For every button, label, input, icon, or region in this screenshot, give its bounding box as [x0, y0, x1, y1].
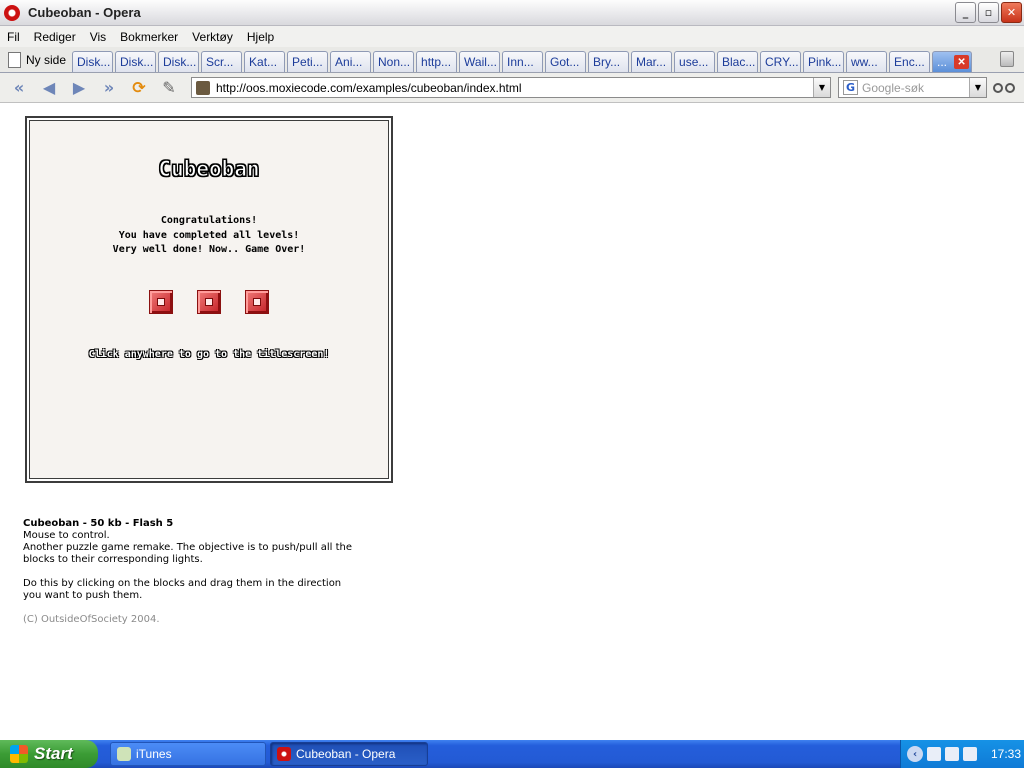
- user-icon[interactable]: [963, 747, 977, 761]
- menu-edit[interactable]: Rediger: [27, 30, 83, 44]
- menu-view[interactable]: Vis: [83, 30, 113, 44]
- tab[interactable]: Pink...: [803, 51, 845, 72]
- block-row: [30, 290, 388, 314]
- game-description: Cubeoban - 50 kb - Flash 5 Mouse to cont…: [23, 518, 403, 626]
- menu-file[interactable]: Fil: [0, 30, 27, 44]
- tab[interactable]: Scr...: [201, 51, 243, 72]
- search-field[interactable]: G Google-søk ▼: [838, 77, 987, 98]
- restore-button[interactable]: ▫: [978, 2, 999, 23]
- system-tray: ‹ 17:33: [900, 740, 1024, 768]
- tab[interactable]: Inn...: [502, 51, 544, 72]
- description-line: Mouse to control.: [23, 530, 110, 541]
- game-title: Cubeoban: [158, 157, 260, 182]
- tab[interactable]: Non...: [373, 51, 415, 72]
- menu-bookmarks[interactable]: Bokmerker: [113, 30, 185, 44]
- forward-icon[interactable]: ▶: [68, 77, 90, 99]
- chevron-left-icon[interactable]: ‹: [907, 746, 923, 762]
- tab[interactable]: Got...: [545, 51, 587, 72]
- title-bar: Cubeoban - Opera _ ▫ ✕: [0, 0, 1024, 26]
- start-button[interactable]: Start: [0, 740, 98, 768]
- new-tab-label: Ny side: [26, 53, 67, 67]
- close-tab-icon[interactable]: ✕: [954, 55, 970, 69]
- red-block-icon: [149, 290, 173, 314]
- tab[interactable]: Wail...: [459, 51, 501, 72]
- network-icon[interactable]: [945, 747, 959, 761]
- search-dropdown-icon[interactable]: ▼: [969, 78, 986, 97]
- address-bar[interactable]: http://oos.moxiecode.com/examples/cubeob…: [191, 77, 831, 98]
- menu-tools[interactable]: Verktøy: [185, 30, 240, 44]
- rewind-icon[interactable]: «: [8, 77, 30, 99]
- itunes-icon: [117, 747, 131, 761]
- opera-icon: [277, 747, 291, 761]
- tab[interactable]: ww...: [846, 51, 888, 72]
- description-line: you want to push them.: [23, 590, 143, 601]
- red-block-icon: [245, 290, 269, 314]
- tab-bar: Ny side Disk... Disk... Disk... Scr... K…: [0, 47, 1024, 73]
- game-screen[interactable]: Cubeoban Congratulations! You have compl…: [29, 120, 389, 479]
- windows-logo-icon: [10, 745, 28, 763]
- tab[interactable]: Disk...: [115, 51, 157, 72]
- back-icon[interactable]: ◀: [38, 77, 60, 99]
- tab[interactable]: Enc...: [889, 51, 931, 72]
- navigation-bar: « ◀ ▶ » ⟳ ✎ http://oos.moxiecode.com/exa…: [0, 73, 1024, 103]
- game-message-congrats: Congratulations!: [160, 215, 258, 226]
- tab[interactable]: Bry...: [588, 51, 630, 72]
- tab[interactable]: Disk...: [158, 51, 200, 72]
- active-tab-label: ...: [937, 55, 948, 69]
- close-button[interactable]: ✕: [1001, 2, 1022, 23]
- description-line: Another puzzle game remake. The objectiv…: [23, 542, 352, 553]
- search-placeholder: Google-søk: [862, 80, 925, 95]
- red-block-icon: [197, 290, 221, 314]
- taskbar: Start iTunes Cubeoban - Opera ‹ 17:33: [0, 740, 1024, 768]
- menu-help[interactable]: Hjelp: [240, 30, 281, 44]
- tab[interactable]: Mar...: [631, 51, 673, 72]
- game-message-gameover: Very well done! Now.. Game Over!: [112, 244, 306, 255]
- opera-icon[interactable]: [4, 4, 20, 21]
- reload-icon[interactable]: ⟳: [128, 77, 150, 99]
- titlescreen-prompt[interactable]: Click anywhere to go to the titlescreen!: [30, 349, 388, 360]
- tab[interactable]: use...: [674, 51, 716, 72]
- taskbar-item-opera[interactable]: Cubeoban - Opera: [270, 742, 428, 766]
- description-title: Cubeoban - 50 kb - Flash 5: [23, 518, 174, 529]
- taskbar-item-itunes[interactable]: iTunes: [110, 742, 266, 766]
- task-label: iTunes: [136, 747, 172, 761]
- trash-icon[interactable]: [1000, 51, 1014, 67]
- game-message-completed: You have completed all levels!: [118, 230, 300, 241]
- tab[interactable]: CRY...: [760, 51, 802, 72]
- tray-app-icon[interactable]: [927, 747, 941, 761]
- edit-icon[interactable]: ✎: [158, 77, 180, 99]
- new-page-icon: [8, 52, 21, 68]
- menu-bar: Fil Rediger Vis Bokmerker Verktøy Hjelp: [0, 26, 1024, 47]
- start-label: Start: [34, 744, 73, 763]
- tab[interactable]: Blac...: [717, 51, 759, 72]
- minimize-button[interactable]: _: [955, 2, 976, 23]
- site-icon: [196, 80, 210, 95]
- flash-game[interactable]: Cubeoban Congratulations! You have compl…: [25, 116, 393, 483]
- window-controls: _ ▫ ✕: [955, 2, 1022, 23]
- tab[interactable]: http...: [416, 51, 458, 72]
- address-dropdown-icon[interactable]: ▼: [813, 78, 830, 97]
- url-text[interactable]: http://oos.moxiecode.com/examples/cubeob…: [216, 81, 522, 95]
- glasses-icon[interactable]: [993, 80, 1017, 96]
- new-tab-button[interactable]: Ny side: [4, 48, 72, 72]
- clock: 17:33: [991, 747, 1022, 761]
- page-content: Cubeoban Congratulations! You have compl…: [0, 104, 1024, 740]
- window-title: Cubeoban - Opera: [28, 5, 141, 20]
- google-icon[interactable]: G: [843, 80, 858, 95]
- tab[interactable]: Peti...: [287, 51, 329, 72]
- tab-active[interactable]: ... ✕: [932, 51, 973, 72]
- description-line: blocks to their corresponding lights.: [23, 554, 203, 565]
- tab[interactable]: Kat...: [244, 51, 286, 72]
- task-label: Cubeoban - Opera: [296, 747, 396, 761]
- description-line: Do this by clicking on the blocks and dr…: [23, 578, 342, 589]
- tab[interactable]: Disk...: [72, 51, 114, 72]
- copyright-text: (C) OutsideOfSociety 2004.: [23, 614, 160, 625]
- tab[interactable]: Ani...: [330, 51, 372, 72]
- fast-forward-icon[interactable]: »: [98, 77, 120, 99]
